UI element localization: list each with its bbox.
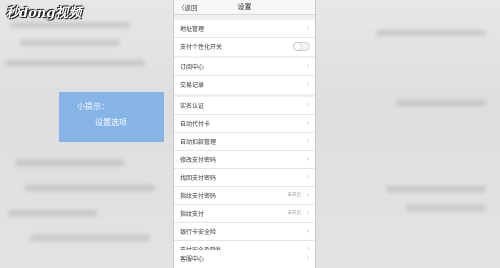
settings-row-label: 地址管理 — [180, 26, 205, 33]
tip-title: 小提示： — [77, 102, 109, 111]
chevron-right-icon: › — [306, 172, 310, 181]
background-right — [316, 0, 500, 268]
chevron-right-icon: › — [306, 253, 310, 262]
settings-row-label: 银行卡安全险 — [180, 229, 217, 236]
settings-row[interactable]: 指纹支付密码 未开启 › — [174, 187, 315, 205]
settings-group: 实名认证 › 自动代付卡 › 自动扣款管理 › 修改支付密码 › 找回支付密码 › 指纹支付密码 未开… — [174, 97, 315, 259]
settings-row[interactable]: 找回支付密码 › — [174, 169, 315, 187]
tip-box: 小提示： 设置选项 — [59, 92, 164, 142]
settings-row-label: 自动代付卡 — [180, 121, 211, 128]
chevron-right-icon: › — [306, 136, 310, 145]
settings-row[interactable]: 订阅中心 › — [174, 58, 315, 76]
settings-row[interactable]: 地址管理 › — [174, 20, 315, 38]
settings-row-label: 客服中心 — [180, 256, 205, 263]
settings-row[interactable]: 支付个性化开关 — [174, 38, 315, 56]
settings-row-label: 指纹支付 — [180, 211, 205, 218]
settings-row[interactable]: 自动代付卡 › — [174, 115, 315, 133]
chevron-right-icon: › — [306, 208, 310, 217]
settings-group: 地址管理 › 支付个性化开关 — [174, 20, 315, 56]
settings-row-label: 实名认证 — [180, 103, 205, 110]
page-title: 设置 — [237, 3, 252, 11]
settings-row[interactable]: 客服中心 › — [174, 250, 315, 268]
settings-row[interactable]: 交易记录 › — [174, 76, 315, 94]
settings-row-label: 指纹支付密码 — [180, 193, 217, 200]
nav-bar: 〈返回 设置 — [174, 0, 315, 15]
chevron-right-icon: › — [306, 100, 310, 109]
status-text: 未开启 — [287, 193, 302, 198]
settings-row[interactable]: 自动扣款管理 › — [174, 133, 315, 151]
settings-row[interactable]: 实名认证 › — [174, 97, 315, 115]
settings-row-label: 支付个性化开关 — [180, 44, 223, 51]
chevron-right-icon: › — [306, 61, 310, 70]
chevron-right-icon: › — [306, 23, 310, 32]
settings-group: 订阅中心 › 交易记录 › — [174, 58, 315, 94]
chevron-right-icon: › — [306, 118, 310, 127]
settings-row-label: 找回支付密码 — [180, 175, 217, 182]
toggle-switch[interactable] — [293, 42, 310, 51]
settings-row[interactable]: 修改支付密码 › — [174, 151, 315, 169]
settings-row[interactable]: 指纹支付 未开启 › — [174, 205, 315, 223]
settings-row-label: 交易记录 — [180, 82, 205, 89]
chevron-right-icon: › — [306, 154, 310, 163]
settings-row-label: 自动扣款管理 — [180, 139, 217, 146]
chevron-right-icon: › — [306, 226, 310, 235]
status-text: 未开启 — [287, 211, 302, 216]
watermark-logo: 秒dong视频 — [6, 6, 82, 21]
tip-text: 设置选项 — [95, 118, 127, 127]
chevron-right-icon: › — [306, 190, 310, 199]
settings-group: 客服中心 › — [174, 250, 315, 268]
settings-row-label: 修改支付密码 — [180, 157, 217, 164]
settings-row[interactable]: 银行卡安全险 › — [174, 223, 315, 241]
chevron-right-icon: › — [306, 79, 310, 88]
phone-screen: 〈返回 设置 地址管理 › 支付个性化开关 订阅中心 › 交易记录 › 实名认证 › 自动代付卡 ›… — [173, 0, 316, 268]
settings-row-label: 订阅中心 — [180, 64, 205, 71]
